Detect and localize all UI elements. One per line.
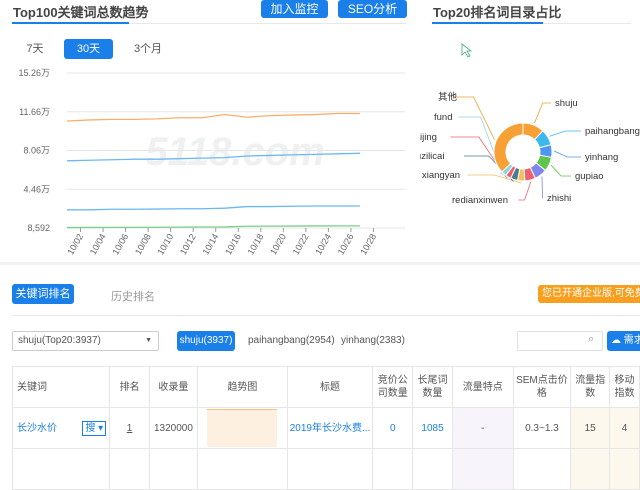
- demand-button[interactable]: ☁ 需求: [607, 331, 640, 351]
- series-green-line: [66, 225, 360, 229]
- leader-line: [452, 96, 495, 140]
- indexed-value: 1320000: [148, 407, 198, 449]
- chip-yinhang[interactable]: yinhang(2383): [341, 335, 405, 346]
- enterprise-notice[interactable]: 您已开通企业版,可免费使: [538, 285, 640, 303]
- pie-label: redianxinwen: [452, 195, 508, 206]
- x-tick-label: 10/22: [291, 232, 311, 257]
- tab-history-rank[interactable]: 历史排名: [111, 288, 155, 304]
- demand-label: 需求: [623, 335, 640, 346]
- x-tick-label: 10/06: [110, 232, 130, 257]
- watermark: 5118.com: [145, 130, 324, 174]
- x-tick-label: 10/28: [358, 232, 378, 257]
- keyword-link[interactable]: 长沙水价: [17, 423, 57, 434]
- x-tick-label: 10/04: [88, 232, 108, 257]
- y-tick-label: 4.46万: [23, 184, 50, 194]
- col-sem[interactable]: SEM点击价格: [512, 366, 572, 408]
- pie-label: zhishi: [547, 193, 571, 204]
- sem-value: 0.3~1.3: [512, 407, 572, 449]
- x-tick-label: 10/12: [178, 232, 198, 257]
- keyword-table: 关键词 排名 收录量 趋势图 标题 竞价公司数量 长尾词数量 流量特点 SEM点…: [11, 366, 640, 490]
- y-tick-label: 11.66万: [19, 107, 50, 117]
- x-tick-label: 10/24: [313, 232, 333, 257]
- pie-label: touzilicai: [420, 151, 444, 162]
- leader-line: [549, 130, 581, 137]
- col-title: 标题: [286, 366, 374, 408]
- rank-link[interactable]: 1: [127, 423, 133, 434]
- pie-label: gupiao: [575, 171, 604, 182]
- tab-keyword-rank[interactable]: 关键词排名: [12, 284, 74, 304]
- leader-line: [518, 181, 532, 201]
- col-rank[interactable]: 排名: [109, 366, 150, 408]
- section-gap: [0, 262, 640, 265]
- cloud-icon: ☁: [611, 335, 621, 346]
- pie-label: 其他: [438, 91, 458, 103]
- x-tick-label: 10/08: [133, 232, 153, 257]
- mobile-index-value: 4: [609, 407, 640, 449]
- pie-label: yinhang: [585, 152, 618, 163]
- col-longtail[interactable]: 长尾词数量: [412, 366, 453, 408]
- y-tick-label: 15.26万: [18, 68, 50, 78]
- pie-chart: shuju paihangbang yinhang gupiao zhishi redia…: [420, 0, 640, 240]
- col-flow-index[interactable]: 流量指数: [570, 366, 611, 408]
- x-tick-label: 10/02: [65, 232, 85, 257]
- y-tick-label: 8,592: [27, 223, 50, 233]
- chevron-down-icon: ▼: [145, 337, 152, 344]
- traffic-value: -: [451, 407, 514, 449]
- x-tick-label: 10/16: [223, 232, 243, 257]
- pie-label: caijing: [420, 132, 437, 143]
- leader-line: [553, 150, 581, 158]
- x-tick-label: 10/18: [246, 232, 266, 257]
- longtail-link[interactable]: 1085: [421, 423, 443, 434]
- leader-line: [534, 102, 551, 124]
- col-indexed[interactable]: 收录量: [148, 366, 198, 408]
- divider: [12, 315, 640, 316]
- x-tick-label: 10/26: [336, 232, 356, 257]
- y-tick-label: 8.06万: [23, 146, 50, 156]
- pie-label: paihangbang: [585, 126, 640, 137]
- category-select[interactable]: shuju(Top20:3937) ▼: [12, 331, 159, 351]
- flow-index-value: 15: [570, 407, 611, 449]
- category-select-value: shuju(Top20:3937): [18, 335, 101, 346]
- pie-slice-其他: [493, 122, 524, 173]
- chip-paihangbang[interactable]: paihangbang(2954): [248, 335, 335, 346]
- chip-shuju[interactable]: shuju(3937): [177, 331, 235, 351]
- search-icon[interactable]: ⌕: [588, 333, 594, 346]
- leader-line: [541, 176, 543, 199]
- series-orange-line: [66, 112, 360, 122]
- table-row: [11, 448, 640, 490]
- cursor-icon: [461, 43, 473, 58]
- x-tick-label: 10/14: [201, 232, 221, 257]
- title-link[interactable]: 2019年长沙水费...: [290, 423, 371, 434]
- col-bid-companies[interactable]: 竞价公司数量: [372, 366, 414, 408]
- col-trend: 趋势图: [196, 366, 288, 408]
- x-tick-label: 10/10: [155, 232, 175, 257]
- series-blue-2-line: [67, 205, 360, 211]
- trend-chart: 5118.com 8,592 4.46万 8.06万 11.66万 15.26万 10/02…: [0, 0, 420, 260]
- table-row: 长沙水价搜 ▾ 1 1320000 2019年长沙水费... 0 1085 - …: [11, 407, 640, 449]
- engine-label: 搜: [85, 423, 96, 434]
- pie-label: fund: [434, 112, 453, 123]
- x-tick-label: 10/20: [268, 232, 288, 257]
- leader-line: [550, 164, 571, 177]
- pie-label: shuju: [555, 98, 578, 109]
- trend-sparkline: [196, 407, 288, 449]
- pie-label: xiangyan: [422, 170, 460, 181]
- col-mobile-index[interactable]: 移动指数: [609, 366, 640, 408]
- col-keyword[interactable]: 关键词: [11, 366, 111, 408]
- bid-link[interactable]: 0: [390, 423, 396, 434]
- col-traffic: 流量特点: [451, 366, 514, 408]
- search-engine-dropdown[interactable]: 搜 ▾: [82, 421, 107, 436]
